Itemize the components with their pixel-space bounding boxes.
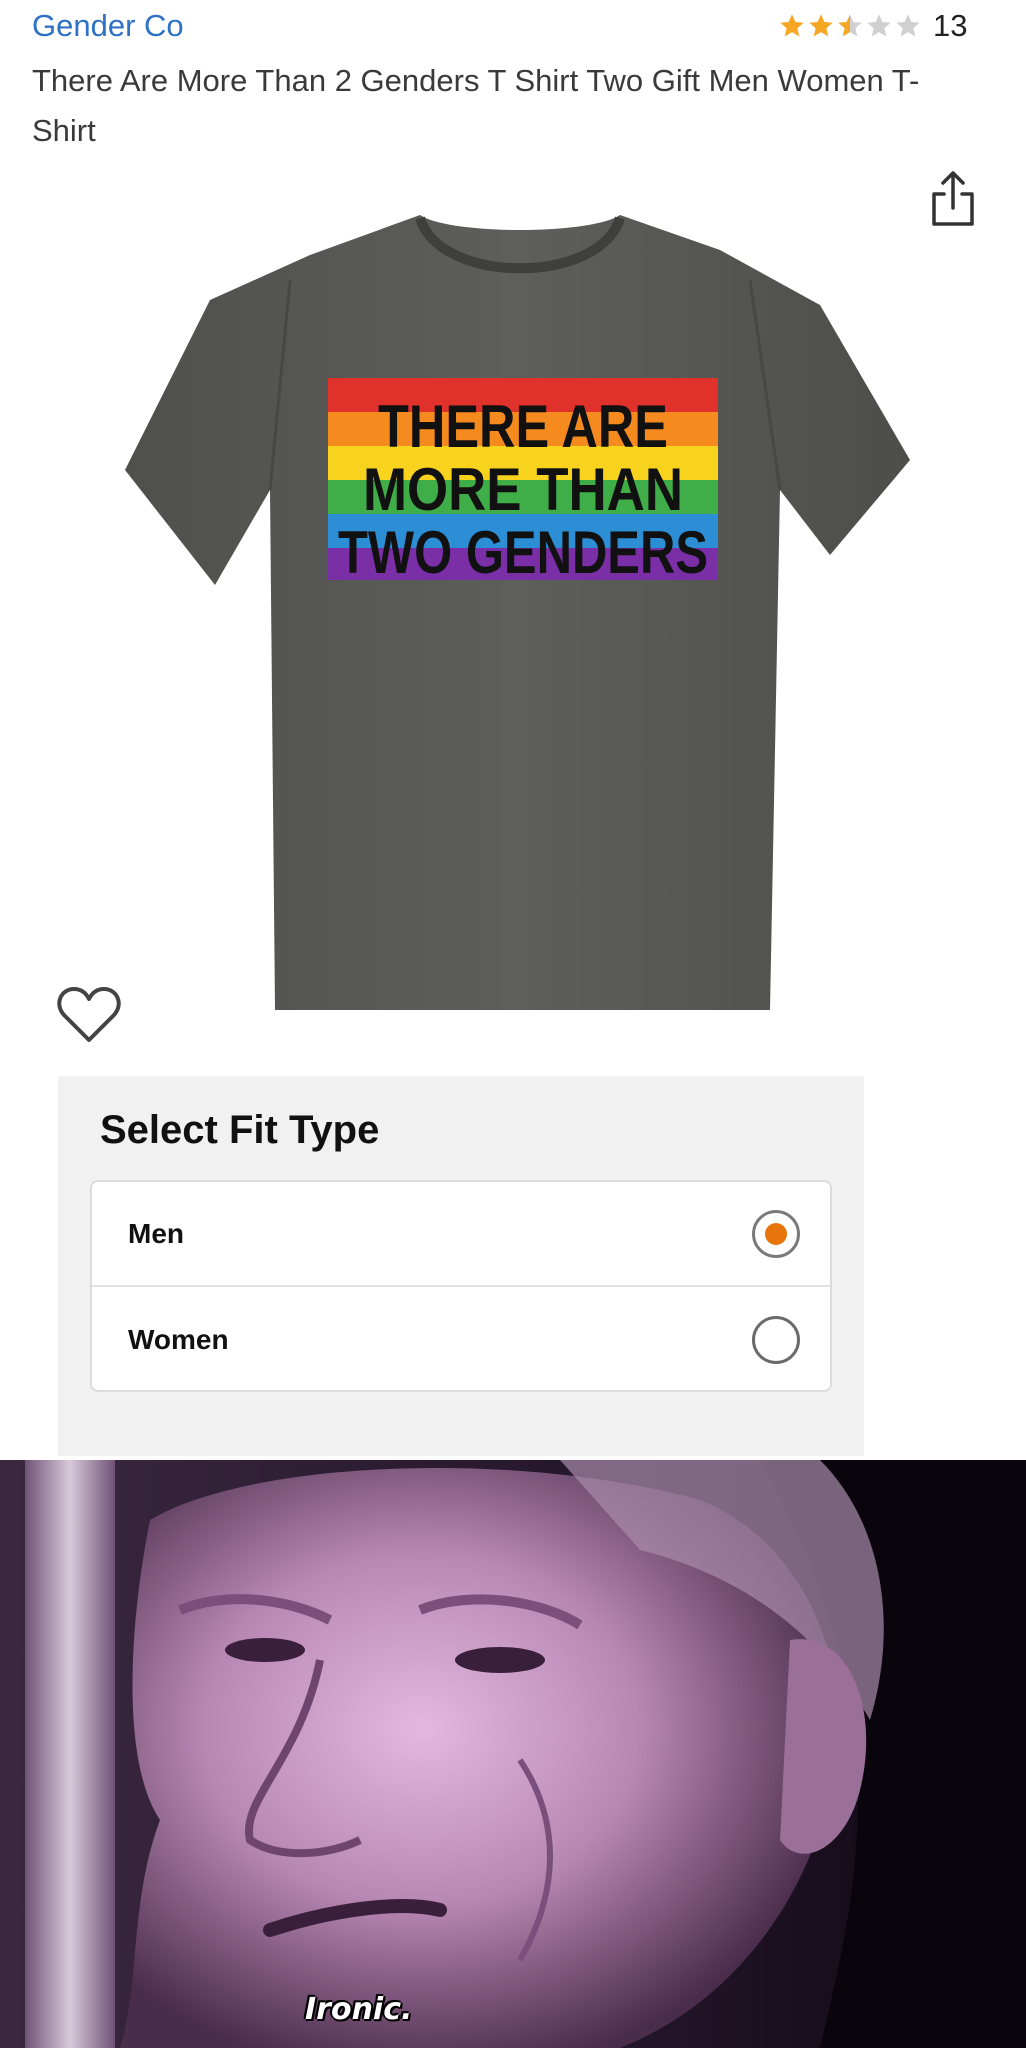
star-shape — [780, 14, 804, 37]
product-title: There Are More Than 2 Genders T Shirt Tw… — [32, 63, 920, 148]
meme-caption: Ironic. — [305, 1992, 413, 2027]
star-shape — [809, 14, 833, 37]
meme-image-panel: Ironic. — [0, 1460, 1026, 2048]
star-shape — [867, 14, 891, 37]
eye-left — [225, 1638, 305, 1662]
star-icon — [896, 14, 920, 37]
star-icon — [867, 14, 891, 37]
star-icon — [780, 14, 804, 37]
shirt-body — [125, 215, 910, 1010]
star-shape — [838, 14, 862, 37]
fit-option-men[interactable]: Men — [92, 1182, 830, 1287]
background-light-streak — [25, 1460, 115, 2048]
shirt-print-line-1: THERE ARE — [378, 393, 668, 460]
star-rating[interactable]: 13 — [778, 6, 967, 46]
t-shirt-image: THERE ARE MORE THAN TWO GENDERS — [125, 215, 910, 1010]
meme-portrait-image — [0, 1460, 1026, 2048]
radio-button-selected[interactable] — [752, 1209, 800, 1258]
fit-type-heading: Select Fit Type — [100, 1108, 380, 1152]
radio-button[interactable] — [752, 1315, 800, 1364]
brand-link[interactable]: Gender Co — [32, 8, 184, 44]
star-icon — [809, 14, 833, 37]
fit-option-label: Women — [128, 1323, 229, 1355]
fit-type-selector: Select Fit Type Men Women — [58, 1076, 864, 1456]
review-count: 13 — [933, 8, 968, 43]
share-icon[interactable] — [928, 168, 978, 228]
fit-type-options: Men Women — [90, 1180, 832, 1392]
fit-option-label: Men — [128, 1217, 184, 1249]
star-icon — [838, 14, 862, 37]
eye-right — [455, 1647, 545, 1673]
shirt-print-line-3: TWO GENDERS — [338, 519, 708, 586]
fit-option-women[interactable]: Women — [92, 1287, 830, 1392]
heart-icon[interactable] — [56, 985, 122, 1045]
shirt-print-line-2: MORE THAN — [363, 456, 683, 523]
product-panel: Gender Co 13 There Are More Than 2 Gende… — [0, 0, 1026, 1460]
product-image[interactable]: THERE ARE MORE THAN TWO GENDERS — [120, 210, 920, 1020]
star-shape — [896, 14, 920, 37]
stars — [778, 12, 923, 40]
